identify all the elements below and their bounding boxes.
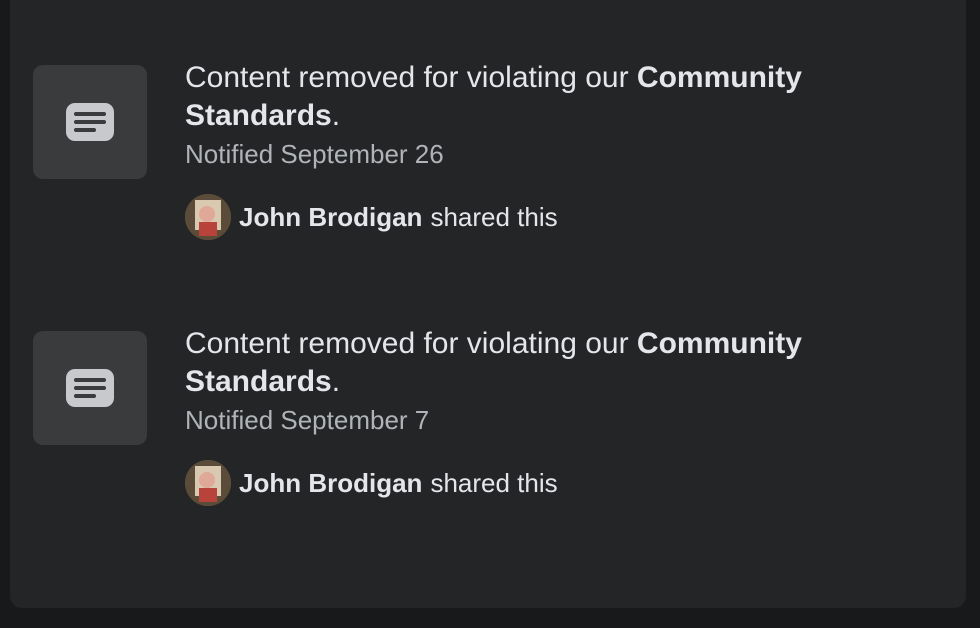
notifications-card: Content removed for violating our Commun… xyxy=(10,0,966,608)
notification-thumbnail xyxy=(33,331,147,445)
avatar[interactable] xyxy=(185,194,231,240)
shared-text: shared this xyxy=(430,202,558,232)
shared-text: shared this xyxy=(430,468,558,498)
shared-by-row: John Brodigan shared this xyxy=(185,460,905,506)
sharer-name[interactable]: John Brodigan xyxy=(239,466,422,500)
notification-title: Content removed for violating our Commun… xyxy=(185,327,802,398)
avatar[interactable] xyxy=(185,460,231,506)
shared-by-row: John Brodigan shared this xyxy=(185,194,905,240)
notification-date: Notified September 26 xyxy=(185,139,444,169)
notification-title: Content removed for violating our Commun… xyxy=(185,61,802,132)
notification-thumbnail xyxy=(33,65,147,179)
message-icon xyxy=(66,369,114,407)
notification-date: Notified September 7 xyxy=(185,405,430,435)
sharer-name[interactable]: John Brodigan xyxy=(239,200,422,234)
message-icon xyxy=(66,103,114,141)
